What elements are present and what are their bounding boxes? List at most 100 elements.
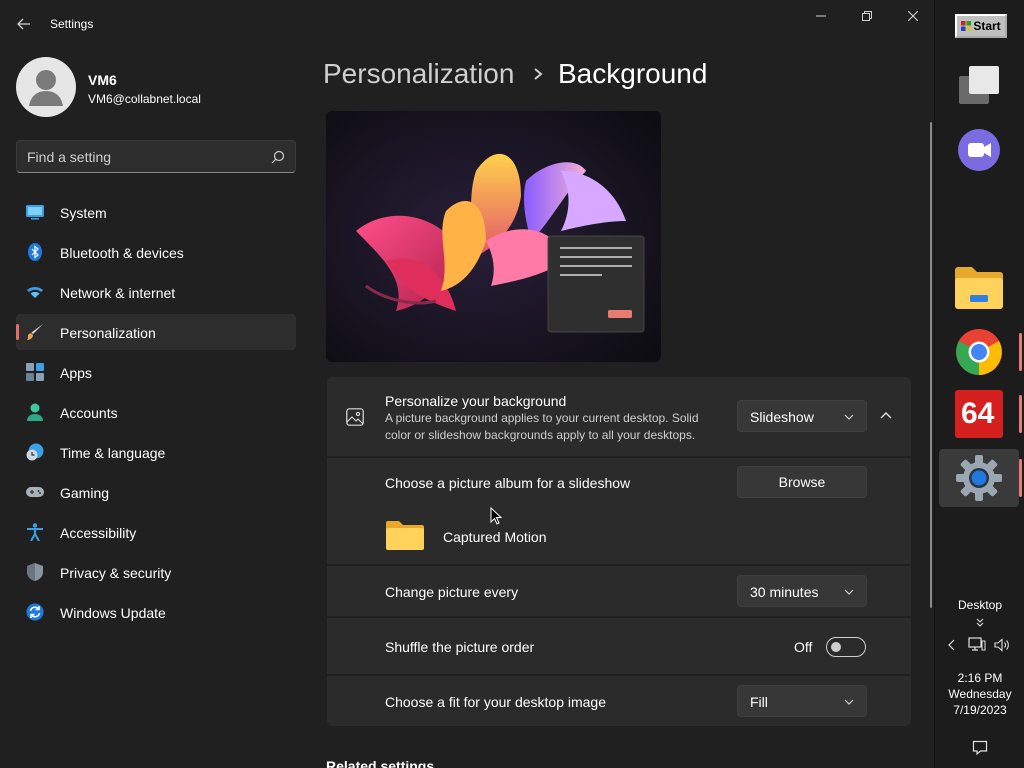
close-icon	[908, 11, 918, 21]
mouse-cursor-icon	[490, 507, 502, 525]
windows-logo-icon	[961, 21, 972, 31]
settings-window: Settings VM6 VM6@collabnet.local System	[0, 0, 934, 768]
sidebar-item-label: Privacy & security	[60, 565, 172, 581]
page-title: Background	[558, 58, 708, 89]
network-icon[interactable]	[968, 637, 986, 653]
sidebar-item-label: Bluetooth & devices	[60, 245, 184, 261]
background-preview	[326, 111, 661, 362]
chevron-up-icon[interactable]	[880, 411, 892, 419]
brush-icon	[27, 324, 43, 340]
back-arrow-icon	[17, 18, 30, 30]
search-input[interactable]	[27, 147, 267, 167]
system-icon	[26, 205, 44, 220]
change-picture-label: Change picture every	[385, 584, 519, 600]
back-button[interactable]	[10, 12, 38, 36]
chevron-down-icon	[844, 589, 854, 595]
sidebar-item-accessibility[interactable]: Accessibility	[16, 514, 296, 550]
sidebar-item-label: Accessibility	[60, 525, 137, 541]
sidebar-item-label: Accounts	[60, 405, 118, 421]
related-settings-heading: Related settings	[326, 758, 435, 768]
taskbar-app-chrome[interactable]	[939, 323, 1022, 381]
background-type-title: Personalize your background	[385, 393, 567, 409]
apps-icon	[26, 363, 44, 381]
file-explorer-icon	[955, 267, 1003, 309]
sidebar-item-label: Time & language	[60, 445, 166, 461]
slideshow-album-card: Choose a picture album for a slideshow B…	[327, 458, 911, 564]
sidebar-item-label: Gaming	[60, 485, 110, 501]
shuffle-label: Shuffle the picture order	[385, 639, 535, 655]
sidebar-item-system[interactable]: System	[16, 194, 296, 230]
notification-icon[interactable]	[972, 740, 988, 756]
taskbar-app-file-explorer[interactable]	[939, 259, 1019, 317]
wifi-icon	[27, 286, 43, 298]
search-box[interactable]	[16, 140, 296, 173]
sidebar-item-privacy-security[interactable]: Privacy & security	[16, 554, 296, 590]
running-indicator	[1019, 459, 1022, 497]
wallpaper-image	[326, 111, 661, 362]
user-email: VM6@collabnet.local	[88, 92, 201, 106]
chrome-icon	[956, 329, 1002, 375]
sidebar-item-label: Personalization	[60, 325, 156, 341]
close-button[interactable]	[890, 0, 934, 32]
start-label: Start	[973, 19, 1001, 33]
double-chevron-down-icon[interactable]	[976, 618, 984, 628]
taskbar-app-settings[interactable]	[939, 449, 1022, 507]
scrollbar[interactable]	[930, 122, 932, 608]
teams-chat-icon	[958, 129, 1000, 171]
chevron-left-icon[interactable]	[948, 639, 956, 651]
sidebar-item-label: Windows Update	[60, 605, 166, 621]
change-picture-dropdown[interactable]: 30 minutes	[737, 575, 867, 607]
browse-button[interactable]: Browse	[737, 466, 867, 498]
album-name[interactable]: Captured Motion	[443, 529, 547, 545]
sidebar-nav: System Bluetooth & devices Network & int…	[16, 194, 296, 634]
minimize-button[interactable]	[798, 0, 844, 32]
accessibility-icon	[27, 523, 43, 541]
settings-gear-icon	[956, 455, 1002, 501]
taskbar-app-task-view[interactable]	[939, 56, 1019, 114]
update-icon	[26, 603, 44, 621]
app-title: Settings	[50, 17, 94, 31]
toggle-knob	[831, 642, 841, 652]
taskbar-app-aida64[interactable]: 64	[939, 385, 1022, 443]
breadcrumb-parent[interactable]: Personalization	[323, 58, 514, 90]
avatar[interactable]	[16, 57, 76, 117]
picture-icon	[346, 408, 364, 426]
sidebar-item-windows-update[interactable]: Windows Update	[16, 594, 296, 630]
title-bar: Settings	[0, 0, 934, 48]
shield-icon	[27, 563, 43, 581]
sidebar-item-time-language[interactable]: Time & language	[16, 434, 296, 470]
sidebar-item-gaming[interactable]: Gaming	[16, 474, 296, 510]
restore-button[interactable]	[844, 0, 890, 32]
sidebar-item-personalization[interactable]: Personalization	[16, 314, 296, 350]
search-icon[interactable]	[271, 150, 285, 164]
running-indicator	[1019, 333, 1022, 371]
shuffle-state: Off	[794, 639, 813, 655]
background-type-dropdown[interactable]: Slideshow	[737, 400, 867, 432]
shuffle-toggle[interactable]	[826, 637, 866, 657]
gamepad-icon	[26, 487, 44, 497]
clock[interactable]: 2:16 PM Wednesday 7/19/2023	[934, 670, 1024, 718]
sidebar-item-apps[interactable]: Apps	[16, 354, 296, 390]
minimize-icon	[816, 15, 826, 17]
sidebar-item-label: Apps	[60, 365, 92, 381]
sidebar-item-network[interactable]: Network & internet	[16, 274, 296, 310]
start-button[interactable]: Start	[955, 14, 1007, 38]
shuffle-card: Shuffle the picture order Off	[327, 618, 911, 674]
desktop-label[interactable]: Desktop	[934, 598, 1024, 612]
chevron-down-icon	[844, 699, 854, 705]
user-silhouette-icon	[29, 70, 63, 106]
sidebar-item-accounts[interactable]: Accounts	[16, 394, 296, 430]
system-tray	[946, 636, 1016, 654]
volume-icon[interactable]	[994, 638, 1010, 652]
fit-dropdown[interactable]: Fill	[737, 685, 867, 717]
album-label: Choose a picture album for a slideshow	[385, 475, 631, 491]
restore-icon	[862, 11, 872, 21]
clock-date: 7/19/2023	[953, 703, 1007, 717]
dropdown-value: Fill	[750, 694, 768, 710]
background-type-description: A picture background applies to your cur…	[385, 411, 699, 442]
taskbar-app-teams[interactable]	[939, 121, 1019, 179]
fit-card: Choose a fit for your desktop image Fill	[327, 676, 911, 726]
bluetooth-icon	[28, 243, 42, 261]
task-view-icon	[959, 66, 999, 104]
sidebar-item-bluetooth[interactable]: Bluetooth & devices	[16, 234, 296, 270]
